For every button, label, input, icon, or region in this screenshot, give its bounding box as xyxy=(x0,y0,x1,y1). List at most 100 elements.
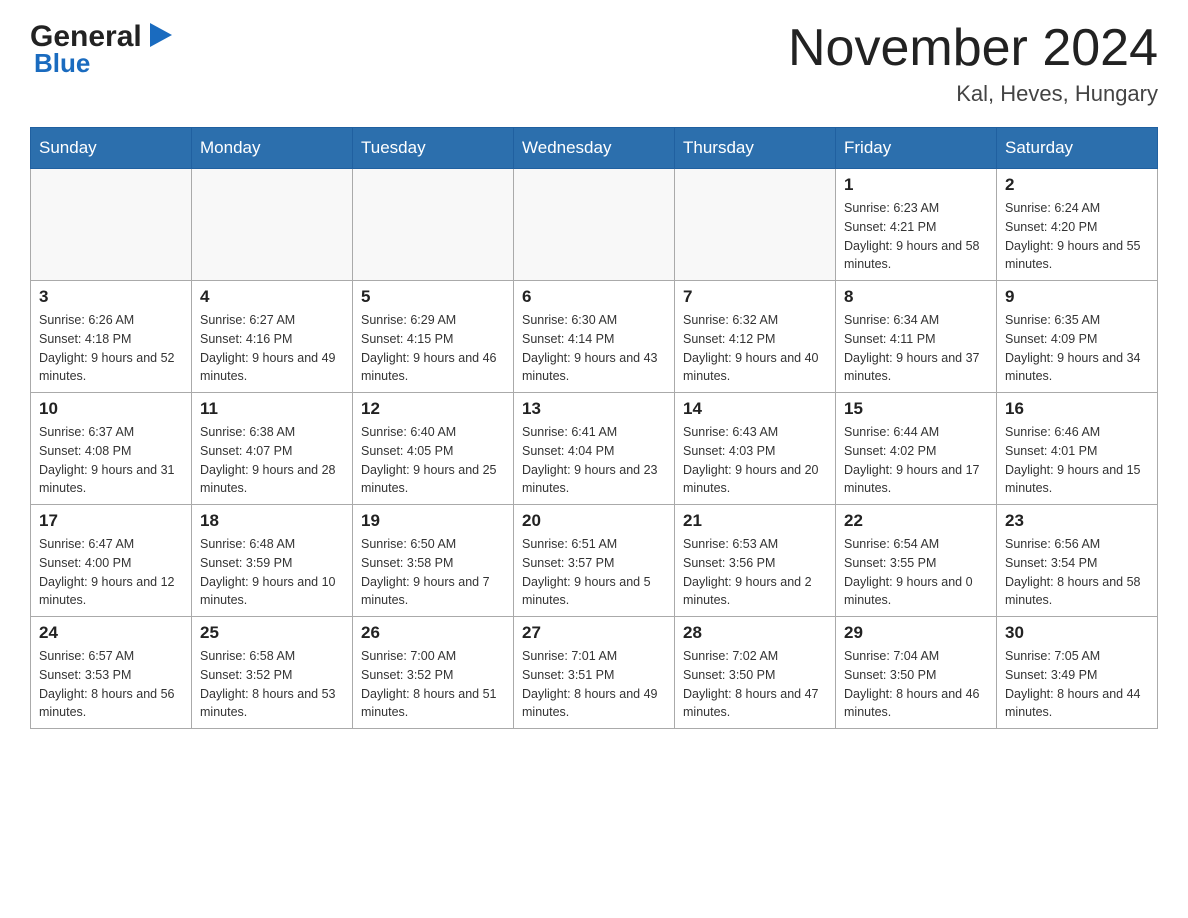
day-number: 17 xyxy=(39,511,183,531)
day-info: Sunrise: 6:40 AMSunset: 4:05 PMDaylight:… xyxy=(361,423,505,498)
calendar-week-4: 17 Sunrise: 6:47 AMSunset: 4:00 PMDayligh… xyxy=(31,505,1158,617)
calendar-cell: 8Sunrise: 6:34 AMSunset: 4:11 PMDaylight… xyxy=(836,281,997,393)
logo-blue: Blue xyxy=(34,48,90,78)
day-number: 9 xyxy=(1005,287,1149,307)
calendar-cell: 7Sunrise: 6:32 AMSunset: 4:12 PMDaylight… xyxy=(675,281,836,393)
calendar-cell: 14 Sunrise: 6:43 AMSunset: 4:03 PMDayligh… xyxy=(675,393,836,505)
month-title: November 2024 xyxy=(788,20,1158,77)
calendar-cell xyxy=(192,169,353,281)
calendar-cell: 18Sunrise: 6:48 AMSunset: 3:59 PMDayligh… xyxy=(192,505,353,617)
calendar-cell xyxy=(675,169,836,281)
day-number: 28 xyxy=(683,623,827,643)
title-block: November 2024 Kal, Heves, Hungary xyxy=(788,20,1158,107)
weekday-header-tuesday: Tuesday xyxy=(353,128,514,169)
calendar-cell: 4 Sunrise: 6:27 AMSunset: 4:16 PMDaylight… xyxy=(192,281,353,393)
calendar-cell: 15Sunrise: 6:44 AMSunset: 4:02 PMDayligh… xyxy=(836,393,997,505)
day-number: 30 xyxy=(1005,623,1149,643)
day-number: 25 xyxy=(200,623,344,643)
weekday-header-wednesday: Wednesday xyxy=(514,128,675,169)
day-info: Sunrise: 6:57 AMSunset: 3:53 PMDaylight:… xyxy=(39,647,183,722)
day-info: Sunrise: 6:43 AMSunset: 4:03 PMDaylight:… xyxy=(683,423,827,498)
calendar-cell: 30 Sunrise: 7:05 AMSunset: 3:49 PMDayligh… xyxy=(997,617,1158,729)
calendar-table: SundayMondayTuesdayWednesdayThursdayFrid… xyxy=(30,127,1158,729)
day-info: Sunrise: 6:26 AMSunset: 4:18 PMDaylight:… xyxy=(39,311,183,386)
day-number: 3 xyxy=(39,287,183,307)
day-number: 12 xyxy=(361,399,505,419)
calendar-cell: 28 Sunrise: 7:02 AMSunset: 3:50 PMDayligh… xyxy=(675,617,836,729)
calendar-cell: 19Sunrise: 6:50 AMSunset: 3:58 PMDayligh… xyxy=(353,505,514,617)
day-number: 5 xyxy=(361,287,505,307)
day-number: 20 xyxy=(522,511,666,531)
day-info: Sunrise: 6:41 AMSunset: 4:04 PMDaylight:… xyxy=(522,423,666,498)
calendar-week-3: 10 Sunrise: 6:37 AMSunset: 4:08 PMDayligh… xyxy=(31,393,1158,505)
day-info: Sunrise: 6:35 AMSunset: 4:09 PMDaylight:… xyxy=(1005,311,1149,386)
day-number: 27 xyxy=(522,623,666,643)
day-number: 11 xyxy=(200,399,344,419)
day-number: 7 xyxy=(683,287,827,307)
location-title: Kal, Heves, Hungary xyxy=(788,81,1158,107)
day-number: 21 xyxy=(683,511,827,531)
calendar-week-2: 3 Sunrise: 6:26 AMSunset: 4:18 PMDaylight… xyxy=(31,281,1158,393)
calendar-cell: 24 Sunrise: 6:57 AMSunset: 3:53 PMDayligh… xyxy=(31,617,192,729)
day-number: 22 xyxy=(844,511,988,531)
day-number: 8 xyxy=(844,287,988,307)
day-number: 18 xyxy=(200,511,344,531)
calendar-cell xyxy=(31,169,192,281)
day-info: Sunrise: 6:51 AMSunset: 3:57 PMDaylight:… xyxy=(522,535,666,610)
day-number: 23 xyxy=(1005,511,1149,531)
calendar-cell: 2 Sunrise: 6:24 AMSunset: 4:20 PMDaylight… xyxy=(997,169,1158,281)
day-number: 15 xyxy=(844,399,988,419)
day-number: 2 xyxy=(1005,175,1149,195)
day-info: Sunrise: 6:47 AMSunset: 4:00 PMDaylight:… xyxy=(39,535,183,610)
day-info: Sunrise: 6:29 AMSunset: 4:15 PMDaylight:… xyxy=(361,311,505,386)
calendar-cell: 3 Sunrise: 6:26 AMSunset: 4:18 PMDaylight… xyxy=(31,281,192,393)
calendar-week-1: 1 Sunrise: 6:23 AMSunset: 4:21 PMDaylight… xyxy=(31,169,1158,281)
weekday-header-friday: Friday xyxy=(836,128,997,169)
day-number: 24 xyxy=(39,623,183,643)
day-info: Sunrise: 7:01 AMSunset: 3:51 PMDaylight:… xyxy=(522,647,666,722)
day-info: Sunrise: 6:58 AMSunset: 3:52 PMDaylight:… xyxy=(200,647,344,722)
calendar-cell: 9 Sunrise: 6:35 AMSunset: 4:09 PMDaylight… xyxy=(997,281,1158,393)
day-info: Sunrise: 6:54 AMSunset: 3:55 PMDaylight:… xyxy=(844,535,988,610)
day-info: Sunrise: 7:05 AMSunset: 3:49 PMDaylight:… xyxy=(1005,647,1149,722)
calendar-cell: 22 Sunrise: 6:54 AMSunset: 3:55 PMDayligh… xyxy=(836,505,997,617)
calendar-cell: 6Sunrise: 6:30 AMSunset: 4:14 PMDaylight… xyxy=(514,281,675,393)
calendar-cell: 20 Sunrise: 6:51 AMSunset: 3:57 PMDayligh… xyxy=(514,505,675,617)
calendar-cell: 26Sunrise: 7:00 AMSunset: 3:52 PMDayligh… xyxy=(353,617,514,729)
day-number: 29 xyxy=(844,623,988,643)
calendar-cell: 11 Sunrise: 6:38 AMSunset: 4:07 PMDayligh… xyxy=(192,393,353,505)
logo: General Blue xyxy=(30,20,176,79)
day-info: Sunrise: 6:37 AMSunset: 4:08 PMDaylight:… xyxy=(39,423,183,498)
day-number: 4 xyxy=(200,287,344,307)
day-info: Sunrise: 7:04 AMSunset: 3:50 PMDaylight:… xyxy=(844,647,988,722)
day-info: Sunrise: 6:56 AMSunset: 3:54 PMDaylight:… xyxy=(1005,535,1149,610)
weekday-header-saturday: Saturday xyxy=(997,128,1158,169)
day-number: 10 xyxy=(39,399,183,419)
day-info: Sunrise: 6:27 AMSunset: 4:16 PMDaylight:… xyxy=(200,311,344,386)
weekday-header-row: SundayMondayTuesdayWednesdayThursdayFrid… xyxy=(31,128,1158,169)
day-info: Sunrise: 7:02 AMSunset: 3:50 PMDaylight:… xyxy=(683,647,827,722)
day-number: 13 xyxy=(522,399,666,419)
day-number: 6 xyxy=(522,287,666,307)
day-info: Sunrise: 6:23 AMSunset: 4:21 PMDaylight:… xyxy=(844,199,988,274)
day-number: 1 xyxy=(844,175,988,195)
day-info: Sunrise: 6:46 AMSunset: 4:01 PMDaylight:… xyxy=(1005,423,1149,498)
calendar-cell: 5 Sunrise: 6:29 AMSunset: 4:15 PMDaylight… xyxy=(353,281,514,393)
day-info: Sunrise: 6:24 AMSunset: 4:20 PMDaylight:… xyxy=(1005,199,1149,274)
calendar-cell: 1 Sunrise: 6:23 AMSunset: 4:21 PMDaylight… xyxy=(836,169,997,281)
calendar-cell: 12 Sunrise: 6:40 AMSunset: 4:05 PMDayligh… xyxy=(353,393,514,505)
day-info: Sunrise: 6:38 AMSunset: 4:07 PMDaylight:… xyxy=(200,423,344,498)
weekday-header-monday: Monday xyxy=(192,128,353,169)
logo-triangle-icon xyxy=(144,19,176,51)
calendar-cell: 23 Sunrise: 6:56 AMSunset: 3:54 PMDayligh… xyxy=(997,505,1158,617)
day-info: Sunrise: 6:53 AMSunset: 3:56 PMDaylight:… xyxy=(683,535,827,610)
day-number: 14 xyxy=(683,399,827,419)
calendar-cell: 17 Sunrise: 6:47 AMSunset: 4:00 PMDayligh… xyxy=(31,505,192,617)
calendar-week-5: 24 Sunrise: 6:57 AMSunset: 3:53 PMDayligh… xyxy=(31,617,1158,729)
calendar-cell: 21 Sunrise: 6:53 AMSunset: 3:56 PMDayligh… xyxy=(675,505,836,617)
calendar-cell: 25 Sunrise: 6:58 AMSunset: 3:52 PMDayligh… xyxy=(192,617,353,729)
day-info: Sunrise: 6:50 AMSunset: 3:58 PMDaylight:… xyxy=(361,535,505,610)
calendar-cell xyxy=(514,169,675,281)
calendar-cell: 13 Sunrise: 6:41 AMSunset: 4:04 PMDayligh… xyxy=(514,393,675,505)
day-number: 16 xyxy=(1005,399,1149,419)
